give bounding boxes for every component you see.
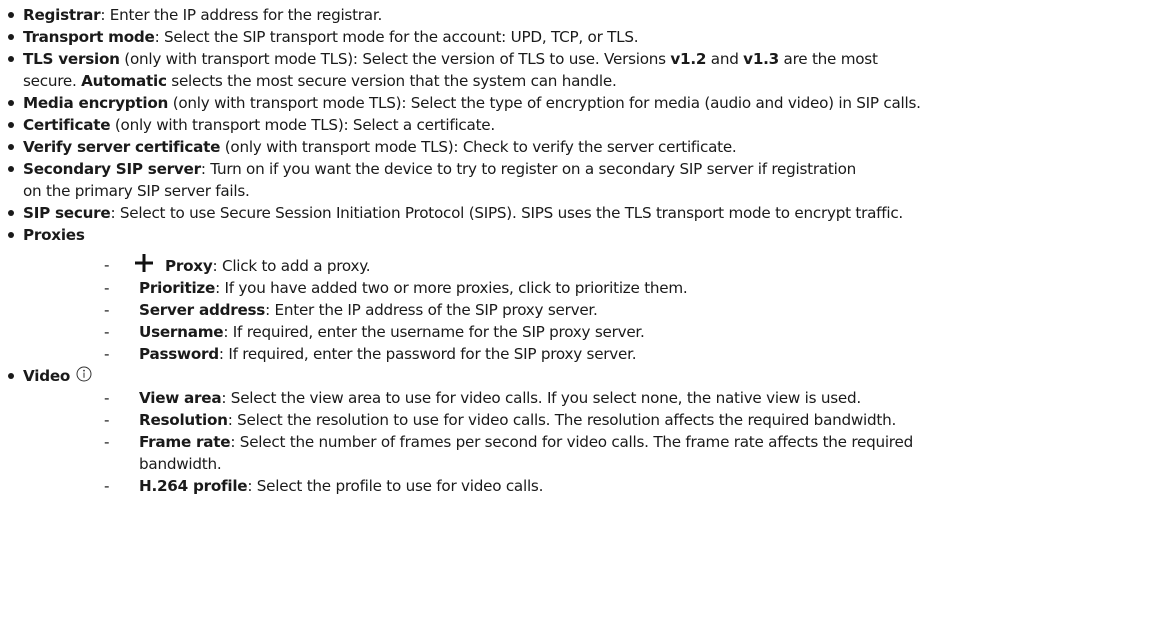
description: (only with transport mode TLS): Select t… <box>168 94 921 112</box>
description: (only with transport mode TLS): Select a… <box>110 116 495 134</box>
bullet <box>8 56 14 62</box>
term: Secondary SIP server <box>23 160 201 178</box>
term: Prioritize <box>139 279 216 297</box>
description: : Select the view area to use for video … <box>221 389 861 407</box>
sub-item-frame-rate: - Frame rate: Select the number of frame… <box>7 431 1158 453</box>
dash: - <box>104 301 110 319</box>
list-item-certificate: Certificate (only with transport mode TL… <box>7 114 1158 136</box>
bullet <box>8 34 14 40</box>
term: Server address <box>139 301 266 319</box>
sub-item-h264-profile: - H.264 profile: Select the profile to u… <box>7 475 1158 497</box>
description: : Select the profile to use for video ca… <box>247 477 544 495</box>
settings-description-list: Registrar: Enter the IP address for the … <box>0 0 1158 497</box>
description: : If required, enter the password for th… <box>218 345 637 363</box>
list-item-video: Video <box>7 365 1158 387</box>
term: Resolution <box>139 411 228 429</box>
term: Proxies <box>23 226 85 244</box>
term: Verify server certificate <box>23 138 221 156</box>
description: : Select the SIP transport mode for the … <box>154 28 639 46</box>
list-item-media-encryption: Media encryption (only with transport mo… <box>7 92 1158 114</box>
description: : Enter the IP address of the SIP proxy … <box>265 301 598 319</box>
term: Certificate <box>23 116 111 134</box>
list-item-verify-server-certificate: Verify server certificate (only with tra… <box>7 136 1158 158</box>
bullet <box>8 166 14 172</box>
sub-item-prioritize: - Prioritize: If you have added two or m… <box>7 277 1158 299</box>
sub-item-proxy: - Proxy: Click to add a proxy. <box>7 246 1158 277</box>
list-item-proxies: Proxies <box>7 224 1158 246</box>
term: Username <box>139 323 224 341</box>
description: : If you have added two or more proxies,… <box>215 279 688 297</box>
description: secure. <box>23 72 82 90</box>
info-icon <box>76 366 92 382</box>
list-item-sip-secure: SIP secure: Select to use Secure Session… <box>7 202 1158 224</box>
plus-icon <box>135 254 153 272</box>
version-v12: v1.2 <box>670 50 707 68</box>
term: TLS version <box>23 50 120 68</box>
list-item-tls-version: TLS version (only with transport mode TL… <box>7 48 1158 70</box>
description: bandwidth. <box>139 455 222 473</box>
description: and <box>706 50 744 68</box>
sub-item-username: - Username: If required, enter the usern… <box>7 321 1158 343</box>
dash: - <box>104 411 110 429</box>
term: Video <box>23 367 71 385</box>
list-item-transport-mode: Transport mode: Select the SIP transport… <box>7 26 1158 48</box>
dash: - <box>104 279 110 297</box>
term: Frame rate <box>139 433 231 451</box>
term: Media encryption <box>23 94 169 112</box>
sub-item-view-area: - View area: Select the view area to use… <box>7 387 1158 409</box>
automatic-term: Automatic <box>81 72 167 90</box>
description: are the most <box>778 50 878 68</box>
bullet <box>8 100 14 106</box>
dash: - <box>104 345 110 363</box>
bullet <box>8 122 14 128</box>
list-item-tls-version-continued: secure. Automatic selects the most secur… <box>7 70 1158 92</box>
term: Proxy <box>165 257 213 275</box>
description: : Select the resolution to use for video… <box>227 411 897 429</box>
list-item-secondary-sip-server-continued: on the primary SIP server fails. <box>7 180 1158 202</box>
list-item-secondary-sip-server: Secondary SIP server: Turn on if you wan… <box>7 158 1158 180</box>
list-item-registrar: Registrar: Enter the IP address for the … <box>7 4 1158 26</box>
sub-item-frame-rate-continued: bandwidth. <box>7 453 1158 475</box>
bullet <box>8 144 14 150</box>
bullet <box>8 232 14 238</box>
dash: - <box>104 323 110 341</box>
version-v13: v1.3 <box>743 50 779 68</box>
description: : Select the number of frames per second… <box>230 433 913 451</box>
description: : If required, enter the username for th… <box>223 323 645 341</box>
term: SIP secure <box>23 204 111 222</box>
description: (only with transport mode TLS): Select t… <box>119 50 671 68</box>
dash: - <box>104 389 110 407</box>
sub-item-server-address: - Server address: Enter the IP address o… <box>7 299 1158 321</box>
dash: - <box>104 477 110 495</box>
description: : Turn on if you want the device to try … <box>200 160 857 178</box>
term: Transport mode <box>23 28 155 46</box>
bullet <box>8 12 14 18</box>
term: View area <box>139 389 222 407</box>
dash: - <box>104 433 110 451</box>
description: : Click to add a proxy. <box>212 257 371 275</box>
term: Password <box>139 345 219 363</box>
bullet <box>8 210 14 216</box>
sub-item-password: - Password: If required, enter the passw… <box>7 343 1158 365</box>
sub-item-resolution: - Resolution: Select the resolution to u… <box>7 409 1158 431</box>
dash: - <box>104 256 110 274</box>
description: : Select to use Secure Session Initiatio… <box>110 204 903 222</box>
term: H.264 profile <box>139 477 248 495</box>
description: selects the most secure version that the… <box>166 72 617 90</box>
term: Registrar <box>23 6 101 24</box>
bullet <box>8 373 14 379</box>
description: (only with transport mode TLS): Check to… <box>220 138 737 156</box>
description: on the primary SIP server fails. <box>23 182 250 200</box>
description: : Enter the IP address for the registrar… <box>100 6 383 24</box>
